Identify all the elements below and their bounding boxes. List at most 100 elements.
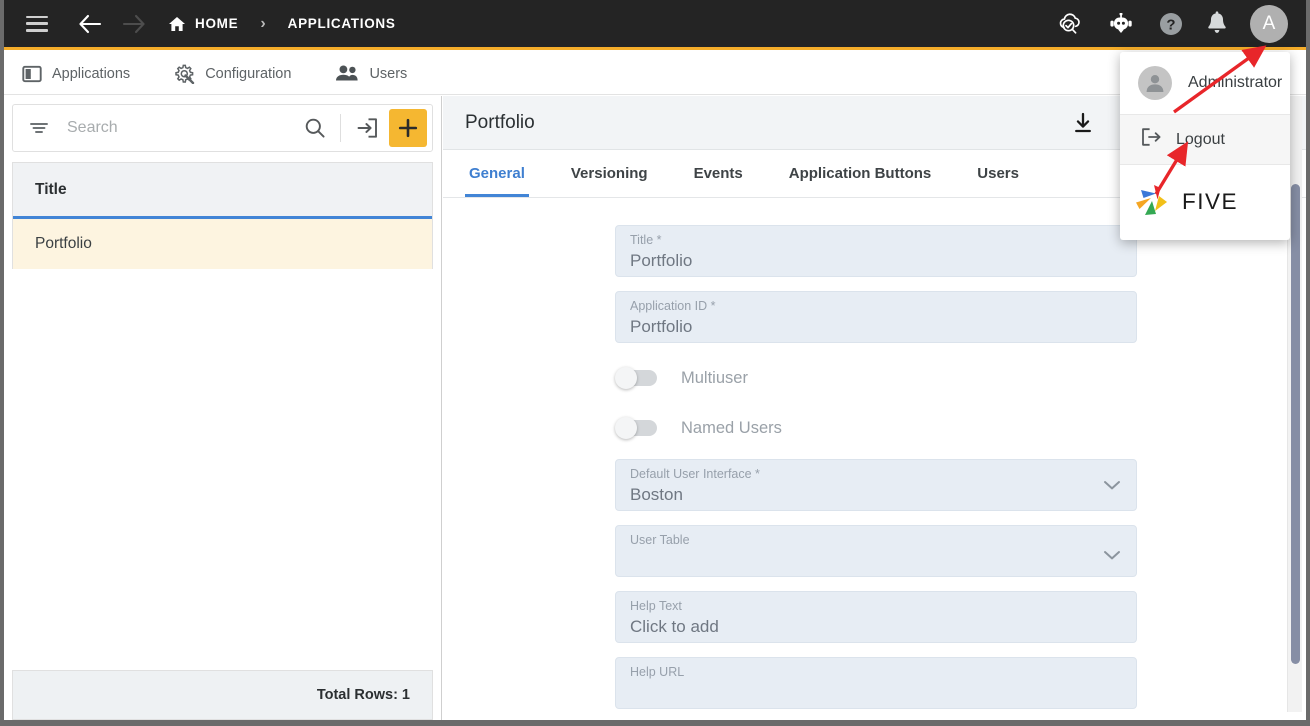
multiuser-label: Multiuser [681,368,748,387]
add-button[interactable] [389,109,427,147]
breadcrumb-applications-label: APPLICATIONS [287,16,396,31]
avatar-letter: A [1262,12,1276,34]
application-id-value: Portfolio [630,317,693,336]
multiuser-toggle[interactable] [615,367,657,389]
sidebar-item-applications[interactable]: Applications [22,64,130,84]
import-arrow-icon [357,118,377,138]
module-tab-label: Users [369,65,408,82]
search-input[interactable] [67,119,300,137]
five-wordmark: FIVE [1182,190,1238,214]
help-url-field[interactable]: Help URL [615,657,1137,709]
breadcrumb-item-applications[interactable]: APPLICATIONS [288,16,396,31]
brand-logo: FIVE [1120,165,1290,240]
total-rows-label: Total Rows: 1 [316,687,410,703]
avatar-button[interactable]: A [1250,4,1288,43]
help-button[interactable]: ? [1158,11,1184,37]
tab-events[interactable]: Events [690,165,747,197]
logout-menu-item[interactable]: Logout [1120,115,1290,165]
named-users-toggle[interactable] [615,417,657,439]
help-url-label: Help URL [630,665,685,679]
tab-label: Versioning [570,165,648,182]
person-avatar-icon [1138,66,1172,100]
sidebar-item-configuration[interactable]: Configuration [174,64,291,84]
svg-text:?: ? [1166,16,1175,33]
tab-label: Events [693,165,743,182]
form-fields: Title * Portfolio Application ID * Portf… [615,225,1137,709]
tab-label: Application Buttons [788,165,932,182]
chat-assistant-button[interactable] [1106,12,1136,35]
title-field-label: Title * [630,233,662,247]
breadcrumb-home-label: HOME [195,16,239,31]
import-button[interactable] [351,113,383,143]
help-circle-icon: ? [1160,12,1182,35]
forward-button[interactable] [114,10,154,38]
application-id-field[interactable]: Application ID * Portfolio [615,291,1137,343]
account-user-name: Administrator [1188,74,1283,91]
filter-icon [30,123,48,133]
help-text-value: Click to add [630,617,719,636]
default-user-interface-label: Default User Interface * [630,467,760,481]
chevron-down-icon[interactable] [1102,479,1122,491]
sidebar-item-users[interactable]: Users [335,64,407,83]
toggle-knob [615,367,637,389]
robot-chat-icon [1110,12,1132,33]
hamburger-icon [26,15,48,32]
named-users-label: Named Users [681,418,782,437]
back-button[interactable] [70,10,110,38]
general-form: Title * Portfolio Application ID * Portf… [443,199,1306,720]
row-cell-title: Portfolio [35,235,92,252]
user-table-field[interactable]: User Table [615,525,1137,577]
tab-users[interactable]: Users [973,165,1023,197]
notifications-button[interactable] [1206,11,1228,36]
help-text-label: Help Text [630,599,682,613]
bell-icon [1208,11,1226,33]
users-icon [336,65,359,81]
arrow-forward-icon [122,14,145,33]
chevron-down-icon[interactable] [1102,549,1122,561]
brand-label: FIVE [1182,190,1238,214]
cloud-check-button[interactable] [1056,11,1084,37]
panel-icon [22,65,42,82]
tab-versioning[interactable]: Versioning [567,165,652,197]
title-field[interactable]: Title * Portfolio [615,225,1137,277]
arrow-back-icon [79,14,102,33]
table-row[interactable]: Portfolio [13,219,432,269]
dropdown-caret [1250,52,1270,53]
column-header-title: Title [35,180,67,198]
five-pinwheel-logo-icon [1130,177,1178,226]
help-text-field[interactable]: Help Text Click to add [615,591,1137,643]
logout-icon [1140,127,1162,152]
scrollbar-thumb[interactable] [1291,184,1300,664]
application-window: HOME › APPLICATIONS ? A Applications Con… [0,0,1310,726]
download-icon [1075,112,1091,132]
grid-footer: Total Rows: 1 [12,670,433,720]
search-icon [305,118,325,138]
account-dropdown-menu: Administrator Logout FIVE [1120,52,1290,240]
breadcrumb-item-home[interactable]: HOME [168,16,238,32]
logout-menu-label: Logout [1176,130,1225,148]
tab-application-buttons[interactable]: Application Buttons [785,165,936,197]
tab-general[interactable]: General [465,165,529,197]
application-id-label: Application ID * [630,299,716,313]
default-user-interface-value: Boston [630,485,683,504]
tab-label: General [469,165,525,182]
module-tab-label: Applications [52,65,131,82]
module-tab-label: Configuration [205,65,292,82]
title-field-value: Portfolio [630,251,693,270]
breadcrumb: HOME › APPLICATIONS [168,15,396,33]
cloud-check-icon [1059,12,1080,34]
default-user-interface-field[interactable]: Default User Interface * Boston [615,459,1137,511]
top-navigation-bar: HOME › APPLICATIONS ? A [4,0,1306,50]
gear-wrench-icon [175,64,195,84]
applications-grid: Title Portfolio [12,162,433,269]
filter-button[interactable] [25,116,53,140]
user-table-label: User Table [630,533,690,547]
plus-icon [398,118,418,138]
left-list-panel: Title Portfolio Total Rows: 1 [4,96,442,720]
toolbar-divider [340,114,341,142]
breadcrumb-separator: › [260,14,266,32]
search-button[interactable] [300,113,330,143]
download-button[interactable] [1068,108,1098,138]
hamburger-menu-button[interactable] [26,15,48,32]
grid-header-row: Title [13,163,432,219]
